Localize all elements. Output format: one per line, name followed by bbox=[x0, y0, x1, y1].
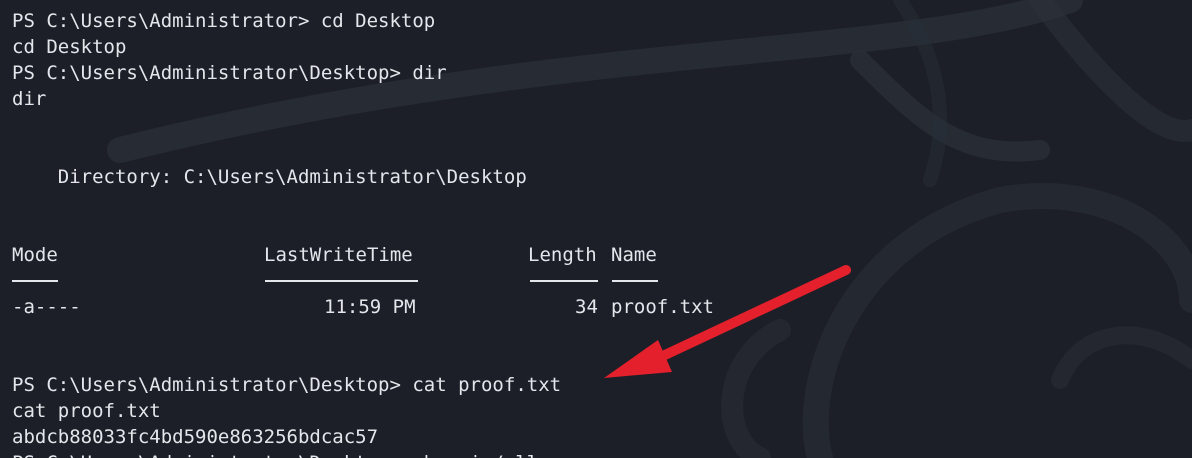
terminal-line-echo-dir: dir bbox=[12, 88, 47, 110]
column-header-lastwritetime: LastWriteTime bbox=[264, 244, 413, 266]
directory-heading: Directory: C:\Users\Administrator\Deskto… bbox=[12, 166, 527, 188]
file-mode: -a---- bbox=[12, 296, 81, 318]
column-header-length: Length bbox=[528, 244, 597, 266]
column-header-mode: Mode bbox=[12, 244, 58, 266]
column-underline-mode bbox=[12, 280, 58, 282]
column-underline-name bbox=[612, 280, 658, 282]
terminal-line-prompt-cd: PS C:\Users\Administrator> cd Desktop bbox=[12, 10, 436, 32]
column-underline-length bbox=[530, 280, 598, 282]
column-header-name: Name bbox=[611, 244, 657, 266]
terminal-line-prompt-cat: PS C:\Users\Administrator\Desktop> cat p… bbox=[12, 374, 562, 396]
file-name: proof.txt bbox=[611, 296, 714, 318]
terminal-line-echo-cat: cat proof.txt bbox=[12, 400, 161, 422]
terminal-line-prompt-dir: PS C:\Users\Administrator\Desktop> dir bbox=[12, 62, 447, 84]
file-lastwritetime: 11:59 PM bbox=[324, 296, 416, 318]
file-length: 34 bbox=[575, 296, 598, 318]
terminal-line-next-prompt: PS C:\Users\Administrator\Desktop> whoam… bbox=[12, 450, 538, 458]
terminal-window[interactable]: PS C:\Users\Administrator> cd Desktop cd… bbox=[0, 0, 1192, 458]
proof-hash-output: abdcb88033fc4bd590e863256bdcac57 bbox=[12, 426, 379, 448]
column-underline-lastwritetime bbox=[265, 280, 418, 282]
terminal-line-echo-cd: cd Desktop bbox=[12, 36, 127, 58]
